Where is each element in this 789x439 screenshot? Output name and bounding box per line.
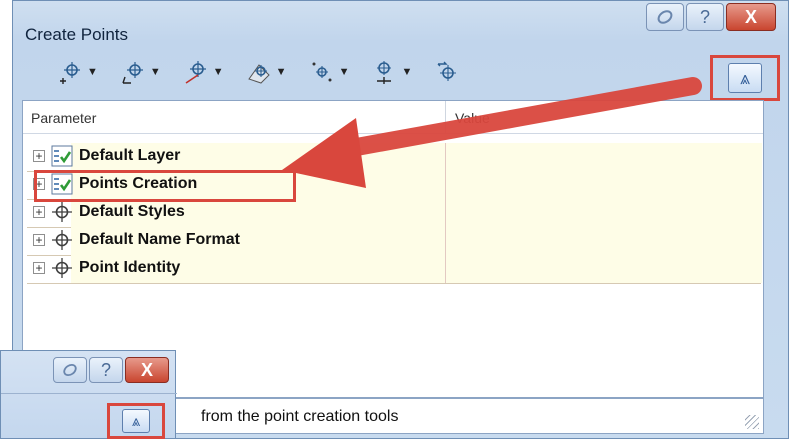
point-marker-icon (52, 202, 72, 222)
tool-point-interpolate[interactable]: ▼ (309, 59, 350, 85)
window-title: Create Points (25, 25, 128, 44)
value-cell[interactable] (445, 143, 762, 171)
grid-row-point-identity[interactable]: + Point Identity (27, 255, 762, 284)
point-surface-icon (247, 64, 270, 84)
inset-collapse-highlight: ⩓ (107, 403, 165, 439)
point-import-icon (122, 62, 143, 84)
grid-header: Parameter Value (23, 101, 763, 134)
column-header-value[interactable]: Value (455, 110, 490, 126)
row-label: Point Identity (79, 259, 181, 276)
pin-button[interactable] (646, 3, 684, 31)
layer-check-icon (51, 145, 73, 167)
value-cell[interactable] (445, 227, 762, 255)
status-text: from the point creation tools (201, 408, 399, 425)
chevron-down-icon[interactable]: ▼ (213, 66, 224, 78)
close-button[interactable]: X (726, 3, 776, 31)
point-slope-icon (185, 61, 206, 84)
inset-help-button[interactable]: ? (89, 357, 123, 383)
tool-point-surface[interactable]: ▼ (246, 59, 287, 85)
row-label: Default Name Format (79, 231, 240, 248)
chevron-down-icon[interactable]: ▼ (276, 66, 287, 78)
point-marker-icon (52, 230, 72, 250)
inset-caption-buttons: ? X (51, 357, 169, 387)
chevron-down-icon[interactable]: ▼ (401, 66, 412, 78)
point-marker-icon (52, 258, 72, 278)
pin-icon (657, 10, 673, 24)
chevron-down-icon[interactable]: ▼ (339, 66, 350, 78)
help-button[interactable]: ? (686, 3, 724, 31)
point-interpolate-icon (312, 62, 332, 82)
tool-point-create[interactable]: ▼ (57, 59, 98, 85)
tool-point-alignment[interactable]: ▼ (371, 59, 412, 85)
column-divider[interactable] (445, 101, 446, 133)
expand-icon[interactable]: + (33, 234, 45, 246)
inset-divider (1, 393, 177, 394)
expand-icon[interactable]: + (33, 150, 45, 162)
expand-icon[interactable]: + (33, 206, 45, 218)
point-convert-icon (437, 61, 457, 81)
row-label: Default Layer (79, 147, 181, 164)
grid-row-default-name-format[interactable]: + Default Name Format (27, 227, 762, 256)
tool-point-convert[interactable] (434, 59, 460, 85)
row-label: Default Styles (79, 203, 185, 220)
grid-row-default-layer[interactable]: + Default Layer (27, 143, 762, 172)
collapse-highlight: ⩓ (710, 55, 780, 101)
toolbar: ▼ ▼ ▼ ▼ ▼ ▼ (57, 59, 460, 85)
chevron-down-icon[interactable]: ▼ (150, 66, 161, 78)
resize-grip-icon[interactable] (745, 415, 759, 429)
pin-icon (63, 363, 77, 377)
value-cell[interactable] (445, 171, 762, 199)
collapse-button[interactable]: ⩓ (728, 63, 762, 93)
inset-close-button[interactable]: X (125, 357, 169, 383)
caption-buttons: ? X (644, 3, 776, 33)
column-header-parameter[interactable]: Parameter (31, 110, 96, 126)
points-creation-highlight (34, 170, 296, 202)
inset-pin-button[interactable] (53, 357, 87, 383)
inset-collapse-button[interactable]: ⩓ (122, 409, 150, 433)
expand-icon[interactable]: + (33, 262, 45, 274)
grid-row-default-styles[interactable]: + Default Styles (27, 199, 762, 228)
point-alignment-icon (377, 61, 392, 84)
inset-window-fragment: ? X ⩓ (0, 350, 177, 439)
value-cell[interactable] (445, 255, 762, 283)
tool-point-slope[interactable]: ▼ (183, 59, 224, 85)
chevron-down-icon[interactable]: ▼ (87, 66, 98, 78)
point-create-icon (60, 62, 80, 84)
tool-point-import[interactable]: ▼ (120, 59, 161, 85)
value-cell[interactable] (445, 199, 762, 227)
